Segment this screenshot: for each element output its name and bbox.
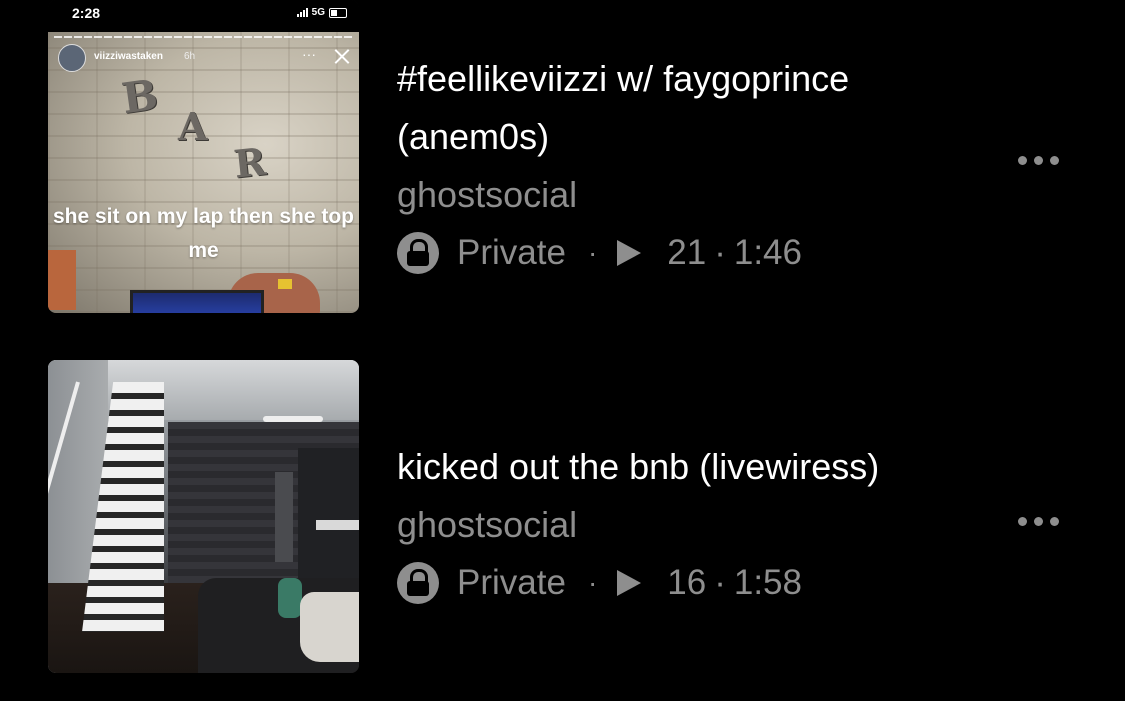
- laptop: [130, 290, 264, 313]
- more-options-icon[interactable]: [1012, 150, 1065, 171]
- status-time: 2:28: [72, 5, 101, 21]
- signal-bars-icon: [296, 8, 308, 17]
- sign-letter: A: [178, 104, 208, 149]
- story-caption: she sit on my lap then she top me: [52, 205, 355, 262]
- track-row[interactable]: kicked out the bnb (livewiress) ghostsoc…: [0, 360, 1125, 680]
- separator: ·: [714, 233, 726, 272]
- separator: ·: [714, 563, 726, 602]
- pillow: [278, 578, 302, 618]
- visibility-label: Private: [457, 233, 566, 272]
- track-duration: 1:58: [733, 563, 802, 602]
- track-list: 2:28 5G viizziwastaken 6h ··· B A R she …: [0, 0, 1125, 701]
- track-author[interactable]: ghostsocial: [397, 496, 977, 554]
- lock-icon: [397, 562, 439, 604]
- refrigerator: [275, 472, 293, 562]
- track-meta: kicked out the bnb (livewiress) ghostsoc…: [397, 438, 977, 612]
- brick-wall: [48, 32, 359, 313]
- sign-letter: B: [118, 69, 161, 124]
- track-author[interactable]: ghostsocial: [397, 166, 977, 224]
- play-icon: [617, 570, 642, 596]
- ceiling-fan: [263, 416, 323, 422]
- visibility-label: Private: [457, 563, 566, 602]
- story-more-icon: ···: [302, 46, 316, 62]
- battery-icon: [329, 7, 347, 18]
- sign-letter: R: [231, 138, 268, 187]
- track-thumbnail[interactable]: [48, 360, 359, 673]
- story-age: 6h: [184, 51, 196, 62]
- story-progress-bar: [54, 36, 353, 38]
- kitchen-counter: [316, 520, 359, 530]
- more-options-icon[interactable]: [1012, 511, 1065, 532]
- blanket: [300, 592, 359, 662]
- track-stats: Private · 16 · 1:58: [397, 554, 977, 612]
- close-icon: [334, 48, 350, 64]
- story-username: viizziwastaken: [94, 51, 163, 62]
- track-meta: #feellikeviizzi w/ faygoprince (anem0s) …: [397, 50, 977, 282]
- track-duration: 1:46: [733, 233, 802, 272]
- network-label: 5G: [311, 7, 325, 18]
- play-count: 21: [667, 233, 707, 272]
- track-title[interactable]: #feellikeviizzi w/ faygoprince (anem0s): [397, 50, 977, 166]
- signal-indicator: 5G: [296, 7, 347, 18]
- thumbnail-status-bar: 2:28 5G: [48, 0, 359, 32]
- play-icon: [617, 240, 642, 266]
- separator: ·: [587, 237, 598, 268]
- track-stats: Private · 21 · 1:46: [397, 224, 977, 282]
- separator: ·: [587, 567, 598, 598]
- lock-icon: [397, 232, 439, 274]
- story-image: viizziwastaken 6h ··· B A R she sit on m…: [48, 32, 359, 313]
- track-title[interactable]: kicked out the bnb (livewiress): [397, 438, 977, 496]
- track-thumbnail[interactable]: 2:28 5G viizziwastaken 6h ··· B A R she …: [48, 0, 359, 313]
- avatar: [58, 44, 86, 72]
- play-count: 16: [667, 563, 707, 602]
- track-row[interactable]: 2:28 5G viizziwastaken 6h ··· B A R she …: [0, 0, 1125, 320]
